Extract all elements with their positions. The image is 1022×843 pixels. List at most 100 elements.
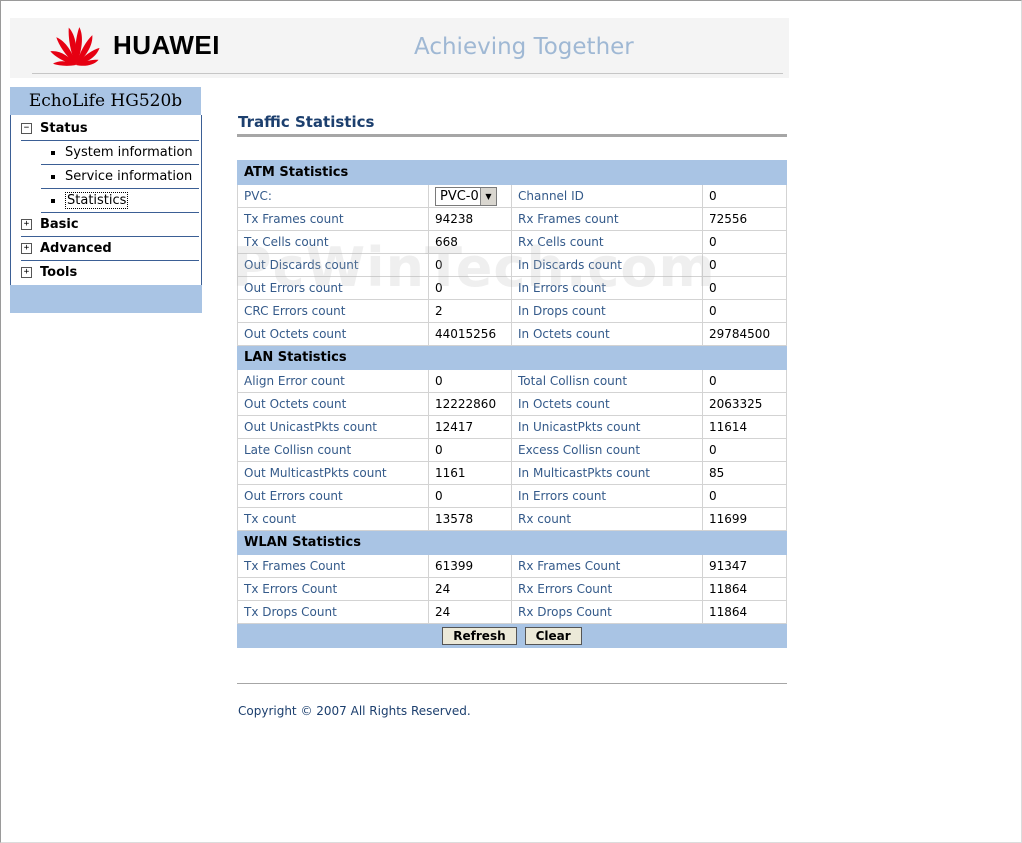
expand-icon[interactable]: + xyxy=(21,243,32,254)
stat-label: CRC Errors count xyxy=(237,299,429,323)
stat-label: Out MulticastPkts count xyxy=(237,461,429,485)
stat-value: 91347 xyxy=(702,554,787,578)
stat-label: Excess Collisn count xyxy=(511,438,703,462)
section-header-atm: ATM Statistics xyxy=(237,160,787,185)
sidebar-item-advanced[interactable]: + Advanced xyxy=(21,237,199,261)
page-title: Traffic Statistics xyxy=(238,113,375,131)
stat-value: 24 xyxy=(428,600,512,624)
clear-button[interactable]: Clear xyxy=(524,626,582,645)
pvc-select[interactable]: PVC-0 ▼ xyxy=(435,186,497,206)
stat-value: 668 xyxy=(428,230,512,254)
stat-label: Tx Drops Count xyxy=(237,600,429,624)
stat-label: In Octets count xyxy=(511,392,703,416)
stat-label: Tx count xyxy=(237,507,429,531)
sidebar-subitem-label[interactable]: Service information xyxy=(65,169,192,184)
table-row: CRC Errors count 2 In Drops count 0 xyxy=(237,299,787,323)
stat-label: Tx Frames count xyxy=(237,207,429,231)
brand-name: HUAWEI xyxy=(113,29,220,60)
stat-value: 24 xyxy=(428,577,512,601)
table-row: PVC: PVC-0 ▼ Channel ID 0 xyxy=(237,184,787,208)
stat-label: Out Octets count xyxy=(237,322,429,346)
expand-icon[interactable]: + xyxy=(21,219,32,230)
sidebar-item-status[interactable]: − Status xyxy=(21,117,199,141)
stat-value: 0 xyxy=(428,438,512,462)
stat-value: 11699 xyxy=(702,507,787,531)
sidebar-subitem-label[interactable]: System information xyxy=(65,145,193,160)
section-title: WLAN Statistics xyxy=(237,530,787,555)
table-row: Out UnicastPkts count 12417 In UnicastPk… xyxy=(237,415,787,439)
stat-value: 2 xyxy=(428,299,512,323)
pvc-select-cell: PVC-0 ▼ xyxy=(428,184,512,208)
stat-value: 11614 xyxy=(702,415,787,439)
sidebar-item-label[interactable]: Tools xyxy=(40,265,77,280)
stat-value: 0 xyxy=(702,230,787,254)
stat-label: Rx Frames Count xyxy=(511,554,703,578)
refresh-button[interactable]: Refresh xyxy=(442,626,517,645)
slogan: Achieving Together xyxy=(414,34,634,60)
stat-value: 85 xyxy=(702,461,787,485)
sidebar-subitem-label[interactable]: Statistics xyxy=(65,192,129,209)
header-banner: HUAWEI Achieving Together xyxy=(10,18,789,78)
stat-value: 0 xyxy=(702,484,787,508)
stat-value: 0 xyxy=(428,484,512,508)
stat-value: 0 xyxy=(702,438,787,462)
stat-label: In Drops count xyxy=(511,299,703,323)
stat-label: PVC: xyxy=(237,184,429,208)
stat-value: 0 xyxy=(702,369,787,393)
huawei-logo: HUAWEI xyxy=(47,23,220,67)
sidebar-subitem-system-information[interactable]: System information xyxy=(41,141,199,165)
stat-value: 29784500 xyxy=(702,322,787,346)
stat-label: Tx Frames Count xyxy=(237,554,429,578)
table-row: Tx count 13578 Rx count 11699 xyxy=(237,507,787,531)
stat-value: 0 xyxy=(702,276,787,300)
stat-value: 0 xyxy=(428,276,512,300)
stat-label: In Octets count xyxy=(511,322,703,346)
stat-label: In UnicastPkts count xyxy=(511,415,703,439)
stat-label: In Errors count xyxy=(511,276,703,300)
stat-value: 94238 xyxy=(428,207,512,231)
stat-label: Rx Errors Count xyxy=(511,577,703,601)
sidebar-item-tools[interactable]: + Tools xyxy=(21,261,199,284)
table-row: Late Collisn count 0 Excess Collisn coun… xyxy=(237,438,787,462)
stat-value: 61399 xyxy=(428,554,512,578)
stat-value: 0 xyxy=(702,253,787,277)
table-row: Tx Errors Count 24 Rx Errors Count 11864 xyxy=(237,577,787,601)
device-model-title: EchoLife HG520b xyxy=(10,87,201,115)
section-header-wlan: WLAN Statistics xyxy=(237,530,787,555)
stat-value: 0 xyxy=(702,299,787,323)
title-divider xyxy=(237,134,787,137)
table-row: Tx Frames count 94238 Rx Frames count 72… xyxy=(237,207,787,231)
stat-label: Out Errors count xyxy=(237,484,429,508)
header-divider xyxy=(32,73,783,74)
stat-value: 0 xyxy=(702,184,787,208)
huawei-petal-logo-icon xyxy=(50,27,100,66)
table-row: Out Octets count 12222860 In Octets coun… xyxy=(237,392,787,416)
collapse-icon[interactable]: − xyxy=(21,123,32,134)
sidebar-subitem-statistics[interactable]: Statistics xyxy=(41,189,199,213)
table-row: Tx Drops Count 24 Rx Drops Count 11864 xyxy=(237,600,787,624)
sidebar-item-label[interactable]: Basic xyxy=(40,217,79,232)
stat-label: In Errors count xyxy=(511,484,703,508)
footer-divider xyxy=(237,683,787,684)
stat-value: 12417 xyxy=(428,415,512,439)
stat-value: 1161 xyxy=(428,461,512,485)
stat-value: 13578 xyxy=(428,507,512,531)
table-row: Out MulticastPkts count 1161 In Multicas… xyxy=(237,461,787,485)
table-row: Out Errors count 0 In Errors count 0 xyxy=(237,276,787,300)
pvc-select-value[interactable]: PVC-0 xyxy=(436,189,480,204)
stat-label: Tx Cells count xyxy=(237,230,429,254)
section-header-lan: LAN Statistics xyxy=(237,345,787,370)
chevron-down-icon[interactable]: ▼ xyxy=(480,187,496,205)
bullet-icon xyxy=(51,174,55,179)
sidebar-item-label[interactable]: Status xyxy=(40,121,88,136)
expand-icon[interactable]: + xyxy=(21,267,32,278)
stat-value: 0 xyxy=(428,369,512,393)
sidebar-item-label[interactable]: Advanced xyxy=(40,241,112,256)
sidebar-subitem-service-information[interactable]: Service information xyxy=(41,165,199,189)
table-row: Out Errors count 0 In Errors count 0 xyxy=(237,484,787,508)
sidebar-item-basic[interactable]: + Basic xyxy=(21,213,199,237)
table-row: Out Discards count 0 In Discards count 0 xyxy=(237,253,787,277)
stat-label: Out Discards count xyxy=(237,253,429,277)
stat-label: Rx Cells count xyxy=(511,230,703,254)
stat-label: Channel ID xyxy=(511,184,703,208)
